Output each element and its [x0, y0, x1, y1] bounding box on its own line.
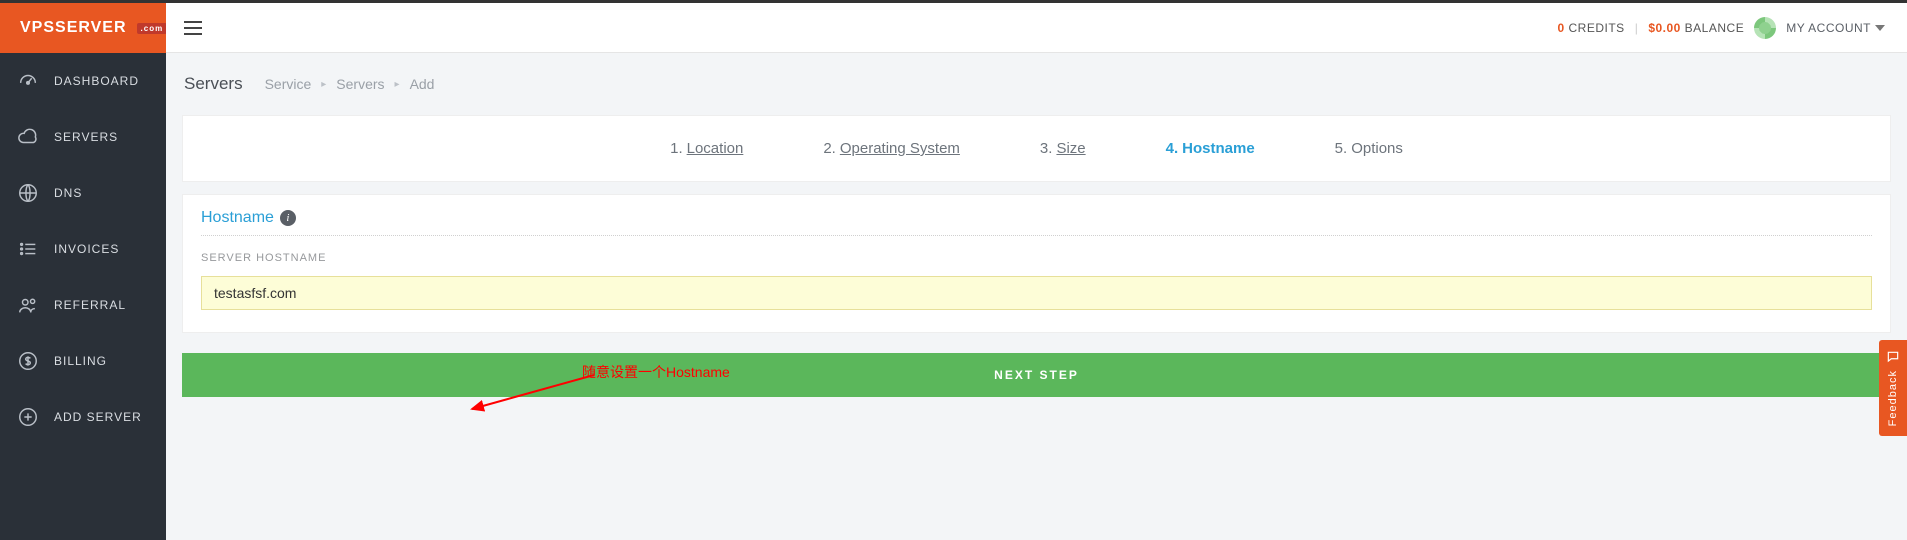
- feedback-label: Feedback: [1887, 370, 1899, 426]
- globe-icon: [16, 181, 40, 205]
- list-icon: [16, 237, 40, 261]
- sidebar-item-dns[interactable]: DNS: [0, 165, 166, 221]
- dollar-icon: [16, 349, 40, 373]
- account-menu[interactable]: MY ACCOUNT: [1786, 21, 1885, 35]
- breadcrumb-item[interactable]: Service: [265, 76, 312, 92]
- divider: [201, 235, 1872, 236]
- step-size[interactable]: 3.Size: [1040, 140, 1086, 157]
- breadcrumb: Servers Service ▸ Servers ▸ Add: [166, 53, 1907, 115]
- gauge-icon: [16, 69, 40, 93]
- cloud-icon: [16, 125, 40, 149]
- sidebar-item-label: SERVERS: [54, 130, 118, 144]
- breadcrumb-item[interactable]: Servers: [336, 76, 384, 92]
- sidebar-item-label: DNS: [54, 186, 82, 200]
- account-label: MY ACCOUNT: [1786, 21, 1871, 35]
- credits-display[interactable]: 0 CREDITS: [1557, 21, 1624, 35]
- next-step-button[interactable]: NEXT STEP: [182, 353, 1891, 397]
- chevron-right-icon: ▸: [321, 79, 326, 90]
- field-label: SERVER HOSTNAME: [201, 252, 1872, 264]
- card-title: Hostname i: [201, 209, 1872, 227]
- breadcrumb-item: Add: [410, 76, 435, 92]
- sidebar-item-billing[interactable]: BILLING: [0, 333, 166, 389]
- brand-name: VPSSERVER: [20, 19, 127, 37]
- step-options[interactable]: 5.Options: [1335, 140, 1403, 157]
- step-operating-system[interactable]: 2.Operating System: [823, 140, 960, 157]
- caret-down-icon: [1875, 25, 1885, 31]
- brand-logo[interactable]: VPSSERVER .com: [0, 3, 166, 53]
- plus-circle-icon: [16, 405, 40, 429]
- sidebar-item-label: REFERRAL: [54, 298, 126, 312]
- sidebar-item-invoices[interactable]: INVOICES: [0, 221, 166, 277]
- balance-display[interactable]: $0.00 BALANCE: [1648, 21, 1744, 35]
- sidebar-item-referral[interactable]: REFERRAL: [0, 277, 166, 333]
- sidebar-item-label: DASHBOARD: [54, 74, 139, 88]
- topbar: 0 CREDITS | $0.00 BALANCE MY ACCOUNT: [166, 3, 1907, 53]
- sidebar: VPSSERVER .com DASHBOARD SERVERS DNS INV…: [0, 3, 166, 540]
- chevron-right-icon: ▸: [395, 79, 400, 90]
- users-icon: [16, 293, 40, 317]
- brand-badge: .com: [137, 23, 168, 34]
- sidebar-item-label: INVOICES: [54, 242, 119, 256]
- avatar[interactable]: [1754, 17, 1776, 39]
- hostname-input[interactable]: [201, 276, 1872, 310]
- wizard-steps: 1.Location 2.Operating System 3.Size 4.H…: [182, 115, 1891, 182]
- menu-toggle-icon[interactable]: [184, 21, 202, 35]
- sidebar-item-servers[interactable]: SERVERS: [0, 109, 166, 165]
- sidebar-item-label: BILLING: [54, 354, 107, 368]
- info-icon[interactable]: i: [280, 210, 296, 226]
- sidebar-item-dashboard[interactable]: DASHBOARD: [0, 53, 166, 109]
- divider: |: [1635, 21, 1639, 35]
- page-title: Servers: [184, 74, 243, 94]
- step-location[interactable]: 1.Location: [670, 140, 743, 157]
- hostname-card: Hostname i SERVER HOSTNAME: [182, 194, 1891, 333]
- content: 1.Location 2.Operating System 3.Size 4.H…: [166, 115, 1907, 540]
- sidebar-item-add-server[interactable]: ADD SERVER: [0, 389, 166, 445]
- feedback-tab[interactable]: Feedback: [1879, 340, 1907, 436]
- step-hostname[interactable]: 4.Hostname: [1166, 140, 1255, 157]
- sidebar-item-label: ADD SERVER: [54, 410, 142, 424]
- chat-icon: [1886, 350, 1900, 364]
- annotation-text: 随意设置一个Hostname: [582, 362, 730, 382]
